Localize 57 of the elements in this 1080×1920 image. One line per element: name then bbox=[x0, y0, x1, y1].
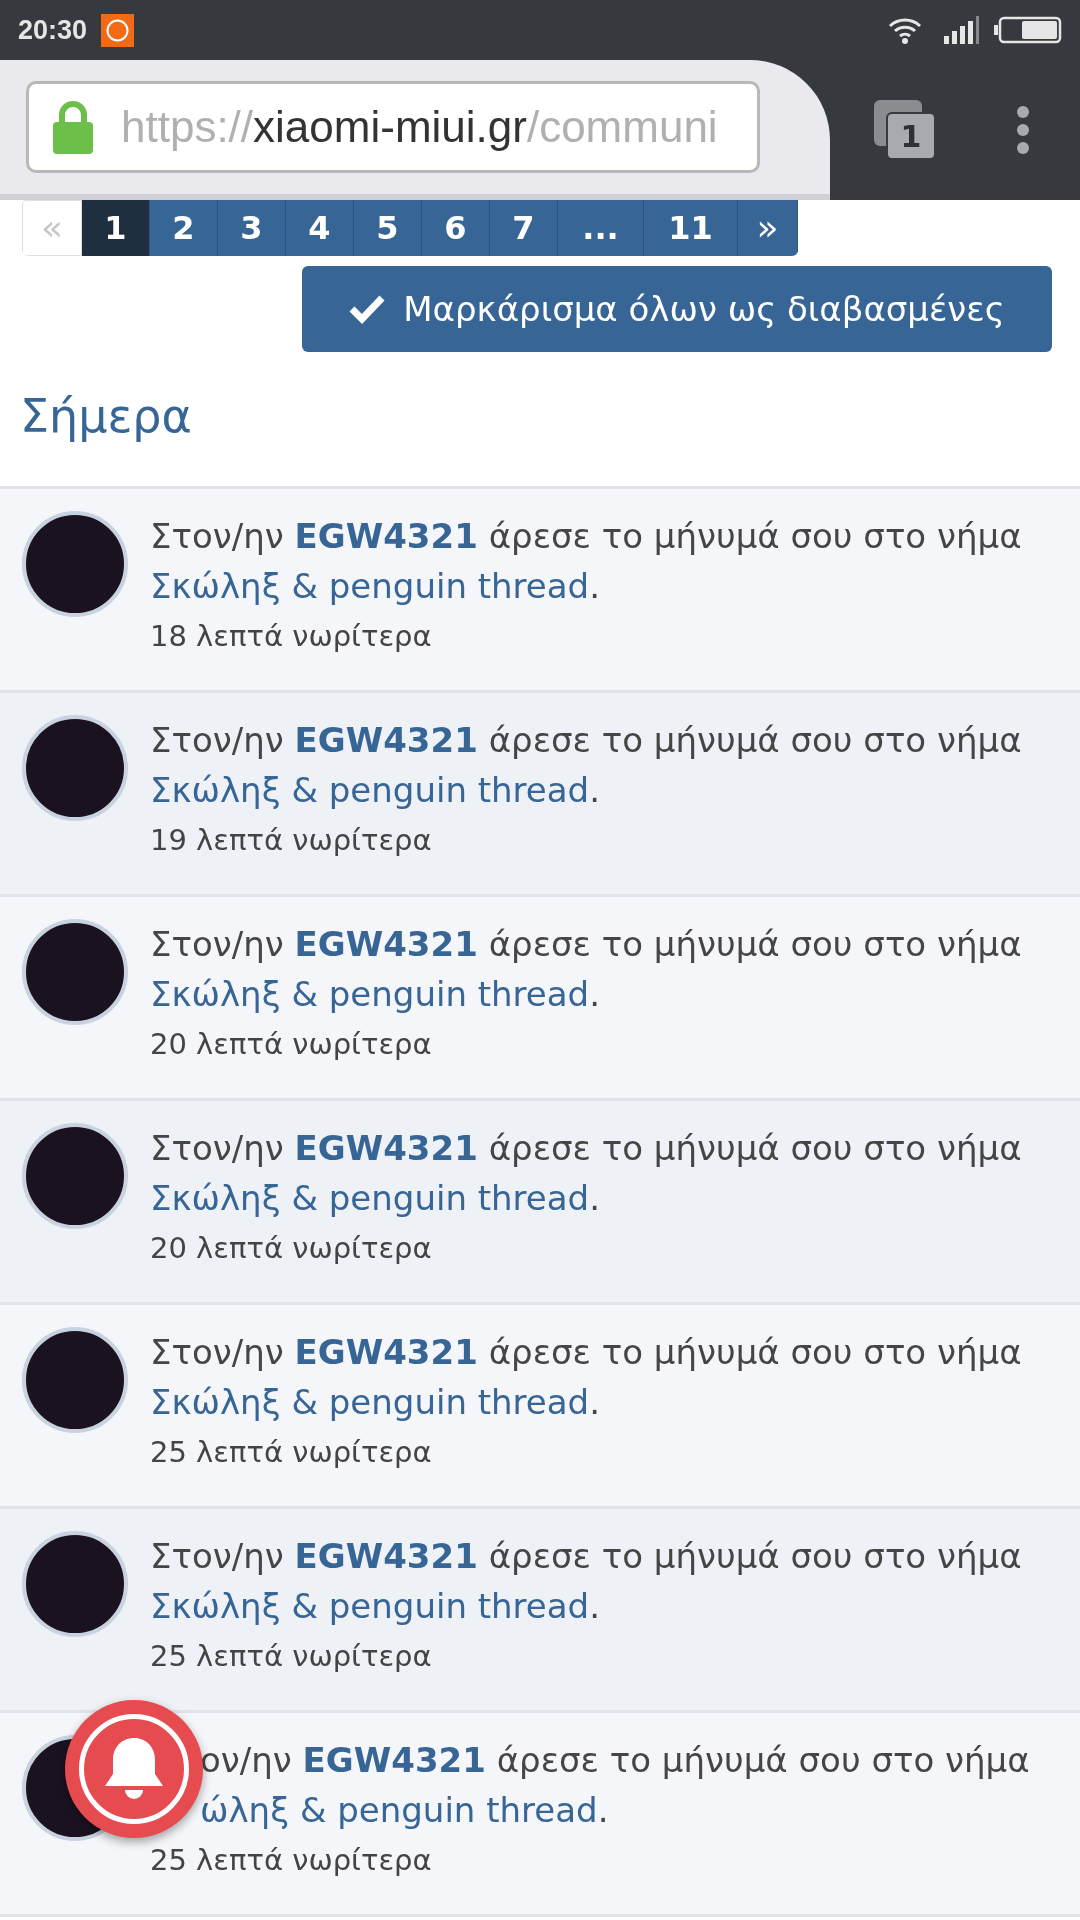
timestamp: 18 λεπτά νωρίτερα bbox=[150, 618, 432, 655]
username-link[interactable]: EGW4321 bbox=[294, 1128, 478, 1168]
username-link[interactable]: EGW4321 bbox=[294, 516, 478, 556]
next-page-button[interactable]: » bbox=[738, 200, 798, 256]
battery-icon bbox=[994, 16, 1062, 44]
thread-link[interactable]: Σκώληξ & penguin thread bbox=[150, 1382, 590, 1422]
notification-row[interactable]: Στον/ην EGW4321 άρεσε το μήνυμά σου στο νήμα Σκώληξ & penguin thread. 20 λεπτά νωρίτερα bbox=[0, 1101, 1080, 1305]
menu-icon[interactable] bbox=[1016, 105, 1030, 155]
clock: 20:30 bbox=[18, 13, 88, 47]
thread-link[interactable]: Σκώληξ & penguin thread bbox=[150, 770, 590, 810]
url-text: https://xiaomi-miui.gr/communi bbox=[121, 101, 718, 153]
timestamp: 19 λεπτά νωρίτερα bbox=[150, 822, 432, 859]
thread-link[interactable]: Σκώληξ & penguin thread bbox=[150, 1586, 590, 1626]
checkmark-icon bbox=[349, 294, 386, 324]
notification-text: Στον/ην EGW4321 άρεσε το μήνυμά σου στο νήμα Σκώληξ & penguin thread. bbox=[150, 1127, 1023, 1220]
signal-icon bbox=[944, 16, 980, 44]
notification-row[interactable]: ον/ην EGW4321 άρεσε το μήνυμά σου στο νήμα ώληξ & penguin thread. 25 λεπτά νωρίτερα bbox=[0, 1713, 1080, 1917]
notification-text: Στον/ην EGW4321 άρεσε το μήνυμά σου στο νήμα Σκώληξ & penguin thread. bbox=[150, 1331, 1023, 1424]
timestamp: 20 λεπτά νωρίτερα bbox=[150, 1026, 432, 1063]
wifi-icon bbox=[888, 16, 922, 44]
thread-link[interactable]: ώληξ & penguin thread bbox=[200, 1790, 598, 1830]
page-button[interactable]: 3 bbox=[218, 200, 286, 256]
notification-row[interactable]: Στον/ην EGW4321 άρεσε το μήνυμά σου στο νήμα Σκώληξ & penguin thread. 19 λεπτά νωρίτερα bbox=[0, 693, 1080, 897]
page-button[interactable]: 4 bbox=[286, 200, 354, 256]
notification-row[interactable]: Στον/ην EGW4321 άρεσε το μήνυμά σου στο νήμα Σκώληξ & penguin thread. 25 λεπτά νωρίτερα bbox=[0, 1509, 1080, 1713]
notification-row[interactable]: Στον/ην EGW4321 άρεσε το μήνυμά σου στο νήμα Σκώληξ & penguin thread. 18 λεπτά νωρίτερα bbox=[0, 489, 1080, 693]
username-link[interactable]: EGW4321 bbox=[294, 1332, 478, 1372]
timestamp: 25 λεπτά νωρίτερα bbox=[150, 1434, 432, 1471]
page-button[interactable]: 11 bbox=[644, 200, 738, 256]
timestamp: 25 λεπτά νωρίτερα bbox=[150, 1638, 432, 1675]
timestamp: 20 λεπτά νωρίτερα bbox=[150, 1230, 432, 1267]
notification-text: Στον/ην EGW4321 άρεσε το μήνυμά σου στο νήμα Σκώληξ & penguin thread. bbox=[150, 1535, 1023, 1628]
username-link[interactable]: EGW4321 bbox=[294, 924, 478, 964]
page-button[interactable]: 6 bbox=[422, 200, 490, 256]
mark-all-read-button[interactable]: Μαρκάρισμα όλων ως διαβασμένες bbox=[302, 266, 1052, 352]
timestamp: 25 λεπτά νωρίτερα bbox=[150, 1842, 432, 1879]
page-button[interactable]: 1 bbox=[82, 200, 150, 256]
notification-text: Στον/ην EGW4321 άρεσε το μήνυμά σου στο νήμα Σκώληξ & penguin thread. bbox=[150, 923, 1023, 1016]
lock-icon bbox=[53, 100, 93, 154]
notification-text: Στον/ην EGW4321 άρεσε το μήνυμά σου στο νήμα Σκώληξ & penguin thread. bbox=[150, 515, 1023, 608]
notification-row[interactable]: Στον/ην EGW4321 άρεσε το μήνυμά σου στο νήμα Σκώληξ & penguin thread. 25 λεπτά νωρίτερα bbox=[0, 1305, 1080, 1509]
username-link[interactable]: EGW4321 bbox=[294, 720, 478, 760]
page-button[interactable]: 7 bbox=[490, 200, 558, 256]
thread-link[interactable]: Σκώληξ & penguin thread bbox=[150, 1178, 590, 1218]
notification-text: ον/ην EGW4321 άρεσε το μήνυμά σου στο νήμα ώληξ & penguin thread. bbox=[200, 1739, 1031, 1832]
app-notification-icon bbox=[101, 13, 135, 47]
page-button[interactable]: 2 bbox=[150, 200, 218, 256]
username-link[interactable]: EGW4321 bbox=[302, 1740, 486, 1780]
section-title: Σήμερα bbox=[19, 388, 193, 445]
thread-link[interactable]: Σκώληξ & penguin thread bbox=[150, 974, 590, 1014]
page-button[interactable]: 5 bbox=[354, 200, 422, 256]
thread-link[interactable]: Σκώληξ & penguin thread bbox=[150, 566, 590, 606]
username-link[interactable]: EGW4321 bbox=[294, 1536, 478, 1576]
ellipsis-button[interactable]: ... bbox=[558, 200, 644, 256]
address-bar[interactable]: https://xiaomi-miui.gr/communi bbox=[26, 81, 760, 173]
notification-row[interactable]: Στον/ην EGW4321 άρεσε το μήνυμά σου στο νήμα Σκώληξ & penguin thread. 20 λεπτά νωρίτερα bbox=[0, 897, 1080, 1101]
notification-text: Στον/ην EGW4321 άρεσε το μήνυμά σου στο νήμα Σκώληξ & penguin thread. bbox=[150, 719, 1023, 812]
